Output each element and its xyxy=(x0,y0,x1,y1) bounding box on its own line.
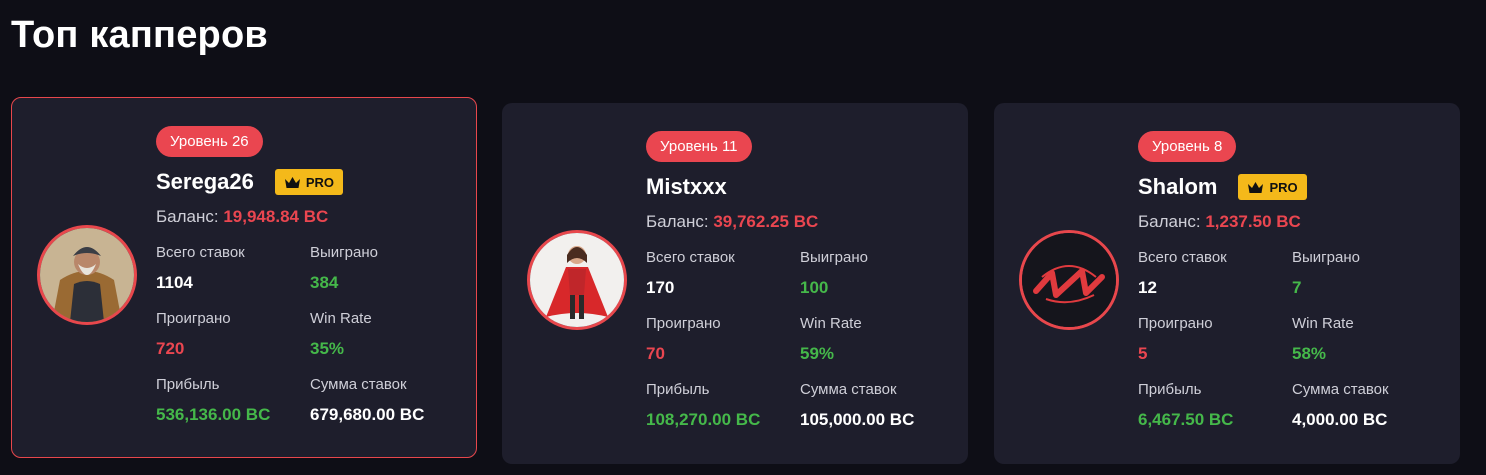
balance-label: Баланс: xyxy=(646,212,709,231)
stat-label: Win Rate xyxy=(310,310,372,327)
stat-label: Всего ставок xyxy=(156,244,245,261)
stat-value: 5 xyxy=(1138,344,1148,363)
stat-label: Выиграно xyxy=(310,244,378,261)
avatar-image xyxy=(530,233,624,327)
stat-win-rate: Win Rate 58% xyxy=(1292,315,1446,364)
stat-label: Win Rate xyxy=(800,315,862,332)
stat-won: Выиграно 7 xyxy=(1292,249,1446,298)
stat-value: 6,467.50 BC xyxy=(1138,410,1234,429)
stat-total-bets: Всего ставок 170 xyxy=(646,249,800,298)
stat-label: Всего ставок xyxy=(646,249,735,266)
level-badge: Уровень 26 xyxy=(156,126,263,157)
stats-grid: Всего ставок 170 Выиграно 100 Проиграно … xyxy=(646,249,956,430)
stat-value: 720 xyxy=(156,339,185,358)
stat-label: Проиграно xyxy=(156,310,231,327)
capper-info: Уровень 11 Mistxxx Баланс: 39,762.25 BC … xyxy=(646,131,956,430)
stat-label: Проиграно xyxy=(1138,315,1213,332)
stat-value: 4,000.00 BC xyxy=(1292,410,1388,429)
avatar[interactable] xyxy=(1019,230,1119,330)
stat-value: 536,136.00 BC xyxy=(156,405,271,424)
stat-label: Win Rate xyxy=(1292,315,1354,332)
stat-bets-sum: Сумма ставок 679,680.00 BC xyxy=(310,376,464,425)
stat-label: Сумма ставок xyxy=(1292,381,1389,398)
capper-name[interactable]: Serega26 xyxy=(156,169,254,195)
stat-label: Прибыль xyxy=(156,376,220,393)
stat-value: 35% xyxy=(310,339,345,358)
avatar[interactable] xyxy=(527,230,627,330)
balance-row: Баланс: 19,948.84 BC xyxy=(156,207,466,227)
crown-icon xyxy=(284,176,300,188)
crown-icon xyxy=(1248,181,1264,193)
cappers-list: Уровень 26 Serega26 PRO Баланс: 19,948.8… xyxy=(0,0,1486,475)
balance-value: 39,762.25 BC xyxy=(713,212,819,231)
pro-badge: PRO xyxy=(1238,174,1307,200)
stat-profit: Прибыль 536,136.00 BC xyxy=(156,376,310,425)
stat-label: Выиграно xyxy=(1292,249,1360,266)
stat-value: 58% xyxy=(1292,344,1327,363)
stat-value: 105,000.00 BC xyxy=(800,410,915,429)
stat-won: Выиграно 384 xyxy=(310,244,464,293)
stat-total-bets: Всего ставок 1104 xyxy=(156,244,310,293)
pro-label: PRO xyxy=(1269,179,1298,195)
balance-row: Баланс: 39,762.25 BC xyxy=(646,212,956,232)
stat-win-rate: Win Rate 35% xyxy=(310,310,464,359)
stat-value: 108,270.00 BC xyxy=(646,410,761,429)
balance-row: Баланс: 1,237.50 BC xyxy=(1138,212,1448,232)
stat-win-rate: Win Rate 59% xyxy=(800,315,954,364)
avatar-image xyxy=(1022,233,1116,327)
stat-total-bets: Всего ставок 12 xyxy=(1138,249,1292,298)
stat-bets-sum: Сумма ставок 105,000.00 BC xyxy=(800,381,954,430)
stat-value: 384 xyxy=(310,273,339,292)
stat-label: Прибыль xyxy=(1138,381,1202,398)
stat-label: Всего ставок xyxy=(1138,249,1227,266)
stat-lost: Проиграно 720 xyxy=(156,310,310,359)
capper-card[interactable]: Уровень 8 Shalom PRO Баланс: 1,237.50 BC… xyxy=(994,103,1460,464)
stat-value: 1104 xyxy=(156,273,193,292)
stat-won: Выиграно 100 xyxy=(800,249,954,298)
stat-label: Выиграно xyxy=(800,249,868,266)
stat-profit: Прибыль 108,270.00 BC xyxy=(646,381,800,430)
stat-value: 7 xyxy=(1292,278,1302,297)
level-badge: Уровень 8 xyxy=(1138,131,1237,162)
balance-value: 19,948.84 BC xyxy=(223,207,329,226)
capper-name[interactable]: Mistxxx xyxy=(646,174,727,200)
avatar-image xyxy=(40,228,134,322)
pro-badge: PRO xyxy=(274,169,344,195)
stats-grid: Всего ставок 1104 Выиграно 384 Проиграно… xyxy=(156,244,466,425)
capper-info: Уровень 26 Serega26 PRO Баланс: 19,948.8… xyxy=(156,126,466,425)
balance-label: Баланс: xyxy=(1138,212,1201,231)
stat-lost: Проиграно 70 xyxy=(646,315,800,364)
stats-grid: Всего ставок 12 Выиграно 7 Проиграно 5 W… xyxy=(1138,249,1448,430)
capper-info: Уровень 8 Shalom PRO Баланс: 1,237.50 BC… xyxy=(1138,131,1448,430)
stat-bets-sum: Сумма ставок 4,000.00 BC xyxy=(1292,381,1446,430)
capper-name[interactable]: Shalom xyxy=(1138,174,1217,200)
stat-label: Проиграно xyxy=(646,315,721,332)
stat-value: 12 xyxy=(1138,278,1157,297)
stat-label: Сумма ставок xyxy=(310,376,407,393)
stat-value: 170 xyxy=(646,278,675,297)
stat-value: 679,680.00 BC xyxy=(310,405,425,424)
stat-profit: Прибыль 6,467.50 BC xyxy=(1138,381,1292,430)
stat-label: Сумма ставок xyxy=(800,381,897,398)
level-badge: Уровень 11 xyxy=(646,131,752,162)
stat-value: 70 xyxy=(646,344,665,363)
balance-label: Баланс: xyxy=(156,207,219,226)
stat-label: Прибыль xyxy=(646,381,710,398)
balance-value: 1,237.50 BC xyxy=(1205,212,1301,231)
capper-card[interactable]: Уровень 26 Serega26 PRO Баланс: 19,948.8… xyxy=(11,97,477,458)
stat-value: 100 xyxy=(800,278,829,297)
stat-lost: Проиграно 5 xyxy=(1138,315,1292,364)
capper-card[interactable]: Уровень 11 Mistxxx Баланс: 39,762.25 BC … xyxy=(502,103,968,464)
avatar[interactable] xyxy=(37,225,137,325)
stat-value: 59% xyxy=(800,344,835,363)
pro-label: PRO xyxy=(305,174,335,190)
